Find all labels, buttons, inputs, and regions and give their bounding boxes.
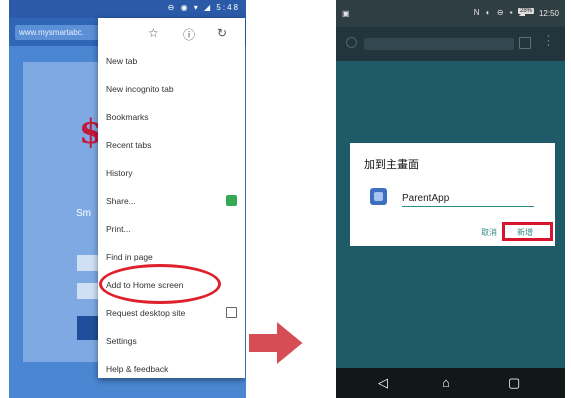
lock-icon xyxy=(346,37,357,48)
menu-item-recent-tabs[interactable]: Recent tabs xyxy=(106,140,151,150)
menu-item-print[interactable]: Print... xyxy=(106,224,131,234)
home-icon[interactable]: ⌂ xyxy=(442,375,450,390)
status-icons: ⊖ ◉ ▾ ◢ 5:48 xyxy=(167,3,240,12)
menu-item-share[interactable]: Share... xyxy=(106,196,136,206)
menu-item-new-incognito-tab[interactable]: New incognito tab xyxy=(106,84,174,94)
highlight-circle xyxy=(99,264,221,304)
right-phone-screenshot: ▣ N ◐ ⊖ ▪ ◢ 28% 12:50 ⋮ 加到主畫面 取消 新增 ◁ ⌂ … xyxy=(336,0,565,398)
cancel-button[interactable]: 取消 xyxy=(481,227,497,238)
menu-item-new-tab[interactable]: New tab xyxy=(106,56,137,66)
app-icon xyxy=(370,188,387,205)
arrow-right-icon xyxy=(247,318,306,368)
menu-icon-row: ☆ ⓘ ↻ xyxy=(98,18,245,50)
sim-icon: ▣ xyxy=(342,9,350,18)
page-text: Sm xyxy=(76,208,91,219)
battery-indicator: 28% xyxy=(517,8,534,14)
shortcut-name-input[interactable] xyxy=(402,191,534,207)
address-bar: ⋮ xyxy=(336,27,565,61)
menu-item-help-feedback[interactable]: Help & feedback xyxy=(106,364,168,374)
recents-icon[interactable]: ▢ xyxy=(508,375,520,391)
browser-overflow-menu: ☆ ⓘ ↻ New tab New incognito tab Bookmark… xyxy=(98,18,245,378)
tabs-icon[interactable] xyxy=(519,37,531,49)
menu-item-find-in-page[interactable]: Find in page xyxy=(106,252,153,262)
menu-item-bookmarks[interactable]: Bookmarks xyxy=(106,112,149,122)
menu-item-history[interactable]: History xyxy=(106,168,132,178)
desktop-site-checkbox[interactable] xyxy=(226,307,237,318)
dialog-title: 加到主畫面 xyxy=(364,159,419,171)
status-time: 5:48 xyxy=(216,3,240,12)
status-time: 12:50 xyxy=(538,9,559,18)
highlight-box xyxy=(502,222,553,241)
more-icon[interactable]: ⋮ xyxy=(542,33,555,49)
status-bar: ▣ N ◐ ⊖ ▪ ◢ 28% 12:50 xyxy=(336,0,565,27)
url-field[interactable] xyxy=(364,38,514,50)
status-bar: ⊖ ◉ ▾ ◢ 5:48 xyxy=(9,0,246,18)
left-phone-screenshot: ⊖ ◉ ▾ ◢ 5:48 www.mysmartabc. $ Sm ☆ ⓘ ↻ … xyxy=(9,0,246,398)
menu-item-settings[interactable]: Settings xyxy=(106,336,137,346)
share-app-icon xyxy=(226,195,237,206)
url-field[interactable]: www.mysmartabc. xyxy=(15,25,105,40)
star-icon[interactable]: ☆ xyxy=(148,26,159,40)
back-icon[interactable]: ◁ xyxy=(378,375,388,391)
refresh-icon[interactable]: ↻ xyxy=(217,26,227,40)
info-icon[interactable]: ⓘ xyxy=(183,26,195,43)
navigation-bar: ◁ ⌂ ▢ xyxy=(336,368,565,398)
menu-item-request-desktop-site[interactable]: Request desktop site xyxy=(106,308,185,318)
